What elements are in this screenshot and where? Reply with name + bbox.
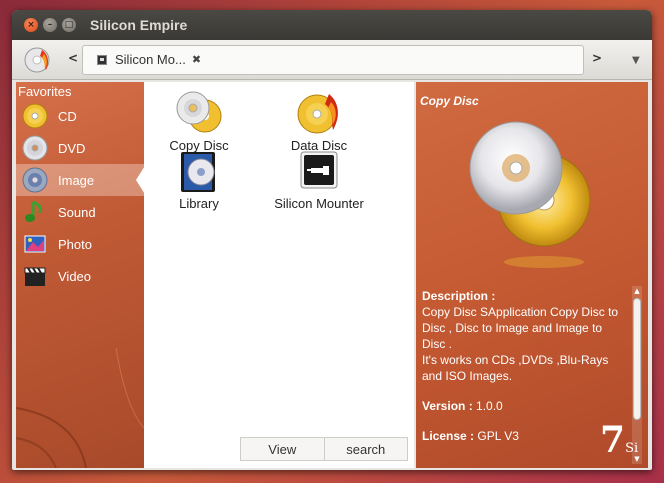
app-data-disc[interactable]: Data Disc	[264, 90, 374, 153]
library-icon	[181, 152, 215, 192]
clapperboard-icon	[24, 267, 46, 286]
close-window-button[interactable]: ×	[24, 18, 38, 32]
app-logo-icon[interactable]	[24, 46, 52, 74]
sidebar-item-photo[interactable]: Photo	[16, 228, 144, 260]
sidebar-item-label: Sound	[58, 204, 96, 220]
app-silicon-mounter[interactable]: Silicon Mounter	[264, 150, 374, 211]
bottom-buttons: View search	[240, 437, 408, 461]
copy-disc-icon	[176, 91, 222, 133]
version-label: Version :	[422, 399, 473, 413]
sidebar-item-label: Image	[58, 172, 95, 188]
title-bar: × – □ Silicon Empire	[12, 10, 652, 40]
app-label: Silicon Mounter	[274, 196, 364, 211]
search-button[interactable]: search	[323, 438, 407, 460]
copy-disc-large-icon	[469, 121, 591, 268]
app-copy-disc[interactable]: Copy Disc	[144, 90, 254, 153]
silicon-mounter-icon	[300, 151, 338, 189]
license-label: License :	[422, 429, 475, 443]
sidebar-item-label: CD	[58, 108, 77, 124]
favorites-heading: Favorites	[18, 84, 72, 99]
view-button[interactable]: View	[241, 438, 324, 460]
toolbar: < Silicon Mo... ✖ > ▼	[12, 40, 652, 80]
brand-logo: 7Si	[600, 422, 638, 467]
tab-silicon-mounter[interactable]: Silicon Mo... ✖	[97, 52, 201, 67]
sidebar-item-sound[interactable]: Sound	[16, 196, 144, 228]
app-grid: Copy Disc Data Disc Library Silicon Moun…	[144, 82, 414, 468]
sidebar-item-label: Photo	[58, 236, 92, 252]
maximize-window-button[interactable]: □	[62, 18, 76, 32]
back-button[interactable]: <	[68, 51, 78, 65]
app-window: × – □ Silicon Empire < Silicon Mo... ✖ >…	[12, 10, 652, 470]
description-block: Description : Copy Disc SApplication Cop…	[422, 288, 628, 444]
tab-close-icon[interactable]: ✖	[192, 53, 201, 66]
sidebar-item-image[interactable]: Image	[16, 164, 144, 196]
detail-panel: Copy Disc Description: Copy Disc SAppli…	[416, 82, 648, 468]
dvd-icon	[22, 135, 48, 161]
version-value: 1.0.0	[476, 399, 503, 413]
sidebar-item-dvd[interactable]: DVD	[16, 132, 144, 164]
selection-pointer	[136, 164, 144, 196]
window-title: Silicon Empire	[90, 17, 188, 33]
scrollbar-thumb[interactable]	[633, 298, 641, 420]
sidebar-item-label: DVD	[58, 140, 86, 156]
logo-main: 7	[600, 419, 626, 461]
drive-icon	[97, 54, 107, 65]
image-icon	[22, 167, 48, 193]
sidebar-item-video[interactable]: Video	[16, 260, 144, 292]
license-value: GPL V3	[477, 429, 519, 443]
detail-title: Copy Disc	[420, 94, 479, 108]
description-text: Copy Disc SApplication Copy Disc to Disc…	[422, 305, 619, 351]
description-label: Description :	[422, 289, 496, 303]
chevron-down-icon[interactable]: ▼	[632, 55, 640, 66]
cd-icon	[22, 103, 48, 129]
app-label: Library	[179, 196, 219, 211]
photo-icon	[24, 235, 46, 253]
scroll-up-icon[interactable]: ▲	[633, 287, 641, 295]
description-text-2: It's works on CDs ,DVDs ,Blu-Rays and IS…	[422, 353, 609, 383]
music-note-icon	[25, 200, 42, 222]
logo-sub: Si	[625, 441, 639, 456]
sidebar: Favorites CD DVD Image Sound Photo Video	[16, 82, 144, 468]
sidebar-decoration	[16, 348, 144, 468]
sidebar-item-cd[interactable]: CD	[16, 100, 144, 132]
forward-button[interactable]: >	[592, 51, 602, 65]
sidebar-item-label: Video	[58, 268, 92, 284]
tab-bar: Silicon Mo... ✖	[82, 45, 584, 75]
app-library[interactable]: Library	[144, 150, 254, 211]
data-disc-icon	[297, 94, 338, 134]
tab-label: Silicon Mo...	[115, 52, 186, 67]
minimize-window-button[interactable]: –	[43, 18, 57, 32]
content-area: Favorites CD DVD Image Sound Photo Video…	[16, 82, 648, 468]
